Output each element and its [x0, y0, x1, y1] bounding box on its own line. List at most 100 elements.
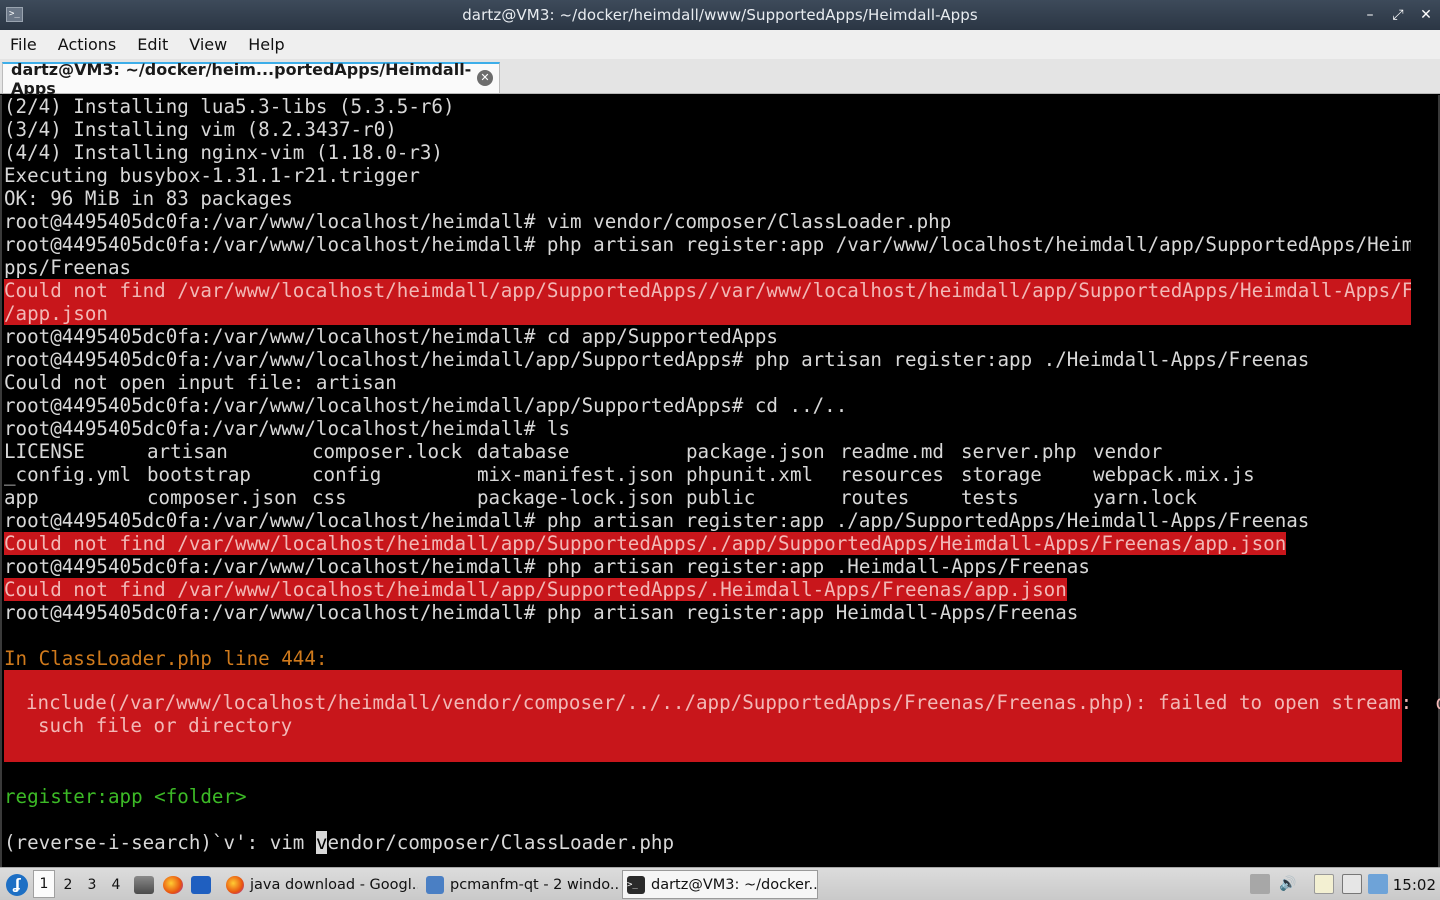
minimize-button[interactable]: – [1362, 5, 1378, 25]
terminal-line: root@4495405dc0fa:/var/www/localhost/hei… [4, 417, 571, 440]
close-button[interactable]: ✕ [1418, 5, 1434, 25]
ls-entry: database [477, 440, 570, 463]
lxqt-logo-icon: ʆ [6, 873, 28, 896]
ls-entry: yarn.lock [1093, 486, 1197, 509]
tray-notes-icon[interactable] [1250, 874, 1270, 894]
menu-edit[interactable]: Edit [137, 35, 168, 54]
tab-close-icon[interactable]: ✕ [477, 70, 493, 86]
terminal-line: Executing busybox-1.31.1-r21.trigger [4, 164, 420, 187]
menu-view[interactable]: View [189, 35, 227, 54]
terminal-line: root@4495405dc0fa:/var/www/localhost/hei… [4, 601, 1079, 624]
task-terminal[interactable]: >_ dartz@VM3: ~/docker... [622, 870, 818, 899]
terminal-line: OK: 96 MiB in 83 packages [4, 187, 293, 210]
task-firefox[interactable]: java download - Googl... [222, 870, 418, 899]
terminal-line: root@4495405dc0fa:/var/www/localhost/hei… [4, 509, 1310, 532]
ls-entry: vendor [1093, 440, 1163, 463]
folder-icon [426, 875, 444, 894]
desktop-launcher[interactable] [190, 868, 212, 900]
window-titlebar: >_ dartz@VM3: ~/docker/heimdall/www/Supp… [0, 0, 1440, 30]
menu-help[interactable]: Help [248, 35, 284, 54]
terminal-line: root@4495405dc0fa:/var/www/localhost/hei… [4, 348, 1310, 371]
ls-entry: public [686, 486, 756, 509]
menu-file[interactable]: File [10, 35, 37, 54]
desktop-1-button[interactable]: 1 [33, 870, 55, 898]
file-manager-launcher[interactable] [133, 868, 155, 900]
ls-row: _config.yml bootstrap config mix-manifest.j… [4, 463, 1414, 486]
terminal-line: (3/4) Installing vim (8.2.3437-r0) [4, 118, 397, 141]
exception-message-cont: such file or directory [38, 714, 293, 737]
tab-bar: dartz@VM3: ~/docker/heim...portedApps/He… [0, 59, 1440, 98]
tab-label: dartz@VM3: ~/docker/heim...portedApps/He… [11, 59, 472, 98]
file-manager-icon [134, 875, 154, 894]
terminal-scrollbar[interactable] [1411, 95, 1436, 867]
ls-row: app composer.json css package-lock.json publ… [4, 486, 1414, 509]
terminal-line: pps/Freenas [4, 256, 132, 279]
error-line: Could not find /var/www/localhost/heimda… [4, 578, 1067, 601]
window-controls: – ⤢ ✕ [1362, 5, 1434, 25]
task-pcmanfm[interactable]: pcmanfm-qt - 2 windo... [422, 870, 618, 899]
ls-entry: routes [840, 486, 910, 509]
window-title: dartz@VM3: ~/docker/heimdall/www/Support… [462, 6, 978, 24]
terminal-line: root@4495405dc0fa:/var/www/localhost/hei… [4, 394, 848, 417]
usage-line: register:app <folder> [4, 785, 247, 808]
maximize-button[interactable]: ⤢ [1390, 5, 1406, 25]
ls-entry: phpunit.xml [686, 463, 814, 486]
ls-row: LICENSE artisan composer.lock database packa… [4, 440, 1414, 463]
firefox-icon [163, 875, 183, 894]
terminal-tab[interactable]: dartz@VM3: ~/docker/heim...portedApps/He… [2, 60, 500, 98]
ls-entry: tests [961, 486, 1019, 509]
network-icon[interactable] [1342, 874, 1362, 894]
text-cursor: v [315, 831, 328, 854]
ls-entry: _config.yml [4, 463, 132, 486]
ls-entry: app [4, 486, 39, 509]
error-line: Could not find /var/www/localhost/heimda… [4, 532, 1287, 555]
ls-entry: package.json [686, 440, 825, 463]
task-label: dartz@VM3: ~/docker... [651, 876, 818, 893]
ls-entry: composer.lock [312, 440, 463, 463]
show-desktop-icon [191, 875, 211, 894]
clipboard-icon[interactable] [1314, 874, 1334, 894]
ls-entry: composer.json [147, 486, 298, 509]
search-prefix: (reverse-i-search)`v': vim [4, 831, 316, 854]
exception-message: include(/var/www/localhost/heimdall/vend… [26, 691, 1440, 714]
terminal-output[interactable]: (2/4) Installing lua5.3-libs (5.3.5-r6) … [0, 95, 1440, 867]
error-line: Could not find /var/www/localhost/heimda… [4, 279, 1414, 302]
menu-bar: File Actions Edit View Help [0, 30, 1440, 59]
desktop-2-button[interactable]: 2 [57, 868, 79, 900]
firefox-icon [226, 875, 244, 894]
ls-entry: artisan [147, 440, 228, 463]
terminal-line: root@4495405dc0fa:/var/www/localhost/hei… [4, 233, 1414, 256]
error-line: /app.json [4, 302, 1414, 325]
desktop-3-button[interactable]: 3 [81, 868, 103, 900]
menu-actions[interactable]: Actions [58, 35, 116, 54]
reverse-search-line[interactable]: (reverse-i-search)`v': vim vendor/compos… [4, 831, 674, 854]
terminal-line: root@4495405dc0fa:/var/www/localhost/hei… [4, 210, 952, 233]
ls-entry: server.php [961, 440, 1077, 463]
exception-box: include(/var/www/localhost/heimdall/vend… [4, 670, 1440, 762]
ls-entry: LICENSE [4, 440, 85, 463]
ls-entry: package-lock.json [477, 486, 674, 509]
ls-entry: css [312, 486, 347, 509]
terminal-line: (2/4) Installing lua5.3-libs (5.3.5-r6) [4, 95, 455, 118]
ls-entry: storage [961, 463, 1042, 486]
volume-icon[interactable]: 🔊 [1278, 874, 1298, 894]
terminal-line: Could not open input file: artisan [4, 371, 397, 394]
terminal-app-icon: >_ [6, 7, 23, 22]
exception-header: In ClassLoader.php line 444: [4, 647, 328, 670]
ls-entry: readme.md [840, 440, 944, 463]
ls-entry: webpack.mix.js [1093, 463, 1255, 486]
desktop-4-button[interactable]: 4 [105, 868, 127, 900]
search-suffix: endor/composer/ClassLoader.php [327, 831, 675, 854]
ls-entry: config [312, 463, 382, 486]
start-menu-button[interactable]: ʆ [4, 868, 30, 900]
firefox-launcher[interactable] [162, 868, 184, 900]
taskbar: ʆ 1 2 3 4 java download - Googl... pcman… [0, 867, 1440, 900]
terminal-line: root@4495405dc0fa:/var/www/localhost/hei… [4, 325, 778, 348]
update-notifier-icon[interactable] [1368, 874, 1388, 894]
terminal-icon: >_ [627, 875, 645, 894]
task-label: pcmanfm-qt - 2 windo... [450, 876, 618, 893]
terminal-line: root@4495405dc0fa:/var/www/localhost/hei… [4, 555, 1090, 578]
clock[interactable]: 15:02 [1393, 868, 1436, 900]
task-label: java download - Googl... [250, 876, 418, 893]
